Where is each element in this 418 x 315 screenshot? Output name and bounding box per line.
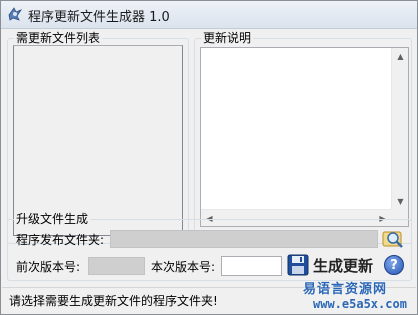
scroll-down-arrow-icon[interactable]: ▼	[392, 193, 409, 210]
watermark-url: www.e5a5x.com	[313, 297, 407, 311]
title-bar[interactable]: 程序更新文件生成器 1.0	[1, 1, 417, 29]
publish-folder-field[interactable]	[110, 230, 378, 248]
notes-textarea[interactable]: ▲ ▼ ◀ ▶	[200, 47, 409, 227]
scroll-up-arrow-icon[interactable]: ▲	[392, 48, 409, 65]
content-area: 需更新文件列表 更新说明 ▲ ▼ ◀ ▶ 升级文件生成 程序发布文件夹: 前次版…	[2, 29, 416, 287]
help-icon: ?	[390, 258, 398, 273]
prev-version-field[interactable]	[88, 257, 145, 275]
prev-version-label: 前次版本号:	[16, 260, 81, 274]
main-window: 程序更新文件生成器 1.0 需更新文件列表 更新说明 ▲ ▼ ◀ ▶ 升级文件生…	[0, 0, 418, 315]
browse-folder-button[interactable]	[382, 229, 404, 249]
this-version-label: 本次版本号:	[151, 260, 216, 274]
file-list-legend: 需更新文件列表	[14, 31, 103, 45]
window-title: 程序更新文件生成器 1.0	[28, 10, 170, 25]
floppy-disk-icon	[287, 254, 309, 276]
generate-button[interactable]: 生成更新	[287, 254, 377, 276]
file-list[interactable]	[13, 45, 183, 236]
notes-vertical-scrollbar[interactable]: ▲ ▼	[391, 48, 408, 210]
this-version-input[interactable]	[221, 256, 282, 276]
watermark-site-name: 易语言资源网	[303, 282, 388, 297]
publish-folder-label: 程序发布文件夹:	[16, 233, 105, 247]
app-icon	[8, 7, 23, 21]
notes-legend: 更新说明	[201, 31, 254, 45]
generate-button-label: 生成更新	[313, 256, 374, 275]
status-text: 请选择需要生成更新文件的程序文件夹!	[9, 294, 218, 308]
help-button[interactable]: ?	[384, 255, 404, 275]
generate-legend: 升级文件生成	[14, 212, 91, 226]
